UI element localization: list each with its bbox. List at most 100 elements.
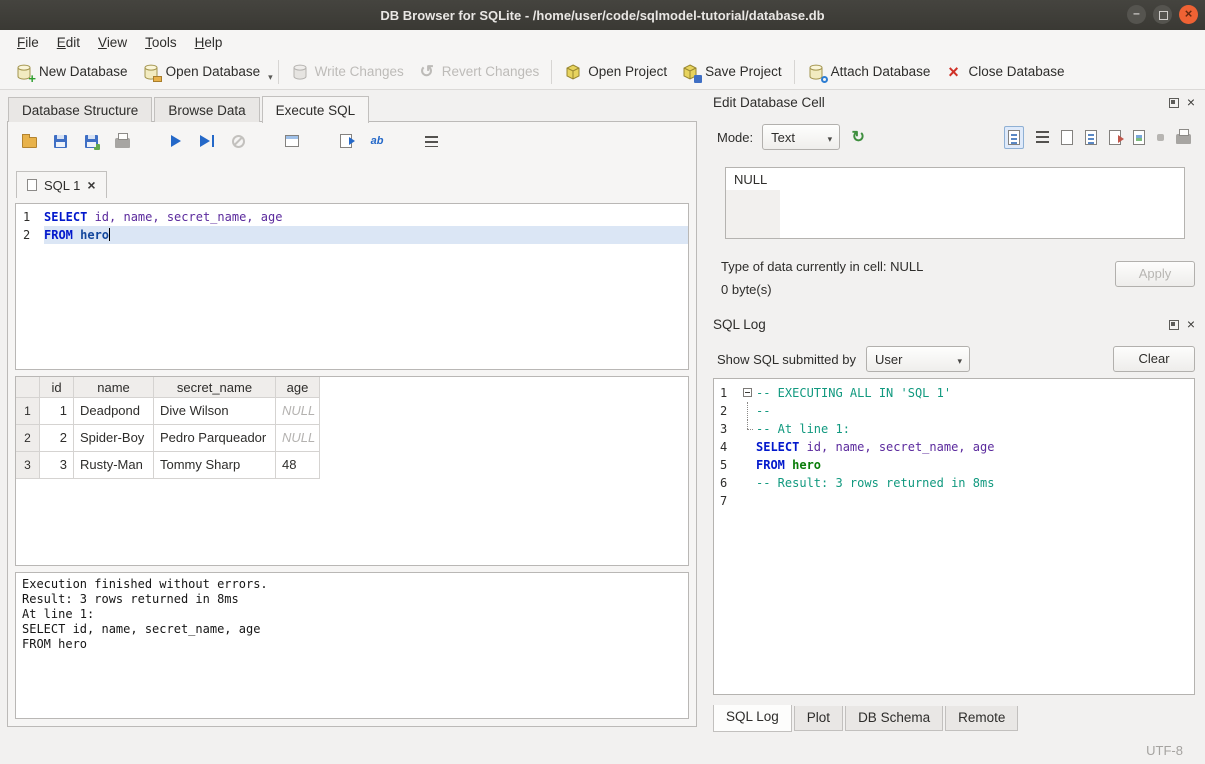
mode-select[interactable]: Text — [762, 124, 840, 150]
menu-view[interactable]: View — [89, 33, 136, 52]
close-window-button[interactable] — [1179, 5, 1198, 24]
open-project-button[interactable]: Open Project — [557, 59, 674, 85]
open-database-button[interactable]: Open Database — [135, 59, 268, 85]
sql-log-filter-row: Show SQL submitted by User Clear — [717, 344, 1195, 374]
column-header-id[interactable]: id — [40, 377, 74, 398]
dock-tab-db-schema[interactable]: DB Schema — [845, 706, 943, 731]
close-database-icon — [944, 63, 962, 81]
dock-tab-sql-log[interactable]: SQL Log — [713, 705, 792, 732]
word-wrap-button[interactable] — [422, 132, 440, 150]
word-wrap-icon — [425, 136, 438, 147]
text-mode-button[interactable] — [1004, 126, 1024, 149]
cell-secret-name[interactable]: Tommy Sharp — [154, 452, 276, 479]
close-database-button[interactable]: Close Database — [937, 59, 1071, 85]
column-header-name[interactable]: name — [74, 377, 154, 398]
print-icon — [115, 138, 130, 148]
new-database-button[interactable]: New Database — [8, 59, 135, 85]
row-header[interactable]: 2 — [16, 425, 40, 452]
column-header-secret-name[interactable]: secret_name — [154, 377, 276, 398]
image-view-icon[interactable] — [1133, 130, 1145, 145]
open-project-icon — [564, 63, 582, 81]
save-project-button[interactable]: Save Project — [674, 59, 789, 85]
sql-tab-bar: SQL 1 — [16, 171, 107, 198]
cell-name[interactable]: Deadpond — [74, 398, 154, 425]
main-tab-bar: Database Structure Browse Data Execute S… — [8, 96, 371, 122]
status-bar: UTF-8 — [0, 737, 1205, 764]
cell-id[interactable]: 1 — [40, 398, 74, 425]
cell-id[interactable]: 2 — [40, 425, 74, 452]
cell-secret-name[interactable]: Dive Wilson — [154, 398, 276, 425]
new-tab-button[interactable] — [283, 132, 301, 150]
cell-name[interactable]: Rusty-Man — [74, 452, 154, 479]
submitter-select[interactable]: User — [866, 346, 970, 372]
menu-file[interactable]: File — [8, 33, 48, 52]
message-line: SELECT id, name, secret_name, age — [22, 622, 682, 637]
print-button[interactable] — [113, 132, 131, 150]
chevron-down-icon — [828, 130, 833, 145]
cell-age[interactable]: 48 — [276, 452, 320, 479]
execute-line-button[interactable] — [198, 132, 216, 150]
dock-tab-plot[interactable]: Plot — [794, 706, 843, 731]
window-title: DB Browser for SQLite - /home/user/code/… — [380, 8, 824, 23]
menu-edit[interactable]: Edit — [48, 33, 89, 52]
maximize-button[interactable] — [1153, 5, 1172, 24]
float-dock-icon[interactable] — [1169, 320, 1179, 330]
tab-browse-data[interactable]: Browse Data — [154, 97, 259, 122]
message-line: Execution finished without errors. — [22, 577, 682, 592]
cell-value: NULL — [734, 172, 767, 187]
toolbar-separator — [794, 60, 795, 84]
export-cell-icon[interactable] — [1109, 130, 1121, 145]
menu-tools[interactable]: Tools — [136, 33, 186, 52]
column-header-age[interactable]: age — [276, 377, 320, 398]
fold-marker-icon[interactable] — [743, 388, 752, 397]
toolbar-separator — [278, 60, 279, 84]
open-file-icon — [22, 137, 37, 148]
open-sql-file-button[interactable] — [20, 132, 38, 150]
close-sql-tab-icon[interactable] — [87, 177, 95, 193]
line-number: 1 — [16, 208, 44, 226]
word-wrap-icon[interactable] — [1036, 131, 1049, 143]
cell-id[interactable]: 3 — [40, 452, 74, 479]
float-dock-icon[interactable] — [1169, 98, 1179, 108]
main-toolbar: New Database Open Database Write Changes… — [0, 54, 1205, 90]
format-sql-button[interactable] — [368, 132, 386, 150]
execute-all-button[interactable] — [167, 132, 185, 150]
tab-database-structure[interactable]: Database Structure — [8, 97, 152, 122]
save-sql-as-button[interactable] — [82, 132, 100, 150]
dock-tab-remote[interactable]: Remote — [945, 706, 1018, 731]
message-line: FROM hero — [22, 637, 682, 652]
sql-document-icon — [27, 179, 37, 191]
auto-detect-type-button[interactable] — [849, 128, 867, 146]
new-tab-icon — [285, 135, 299, 147]
close-dock-icon[interactable] — [1187, 319, 1195, 330]
write-changes-button: Write Changes — [284, 59, 411, 85]
sql-1-tab[interactable]: SQL 1 — [16, 171, 107, 198]
dock-controls — [1169, 319, 1195, 330]
row-header[interactable]: 1 — [16, 398, 40, 425]
import-text-icon[interactable] — [1085, 130, 1097, 145]
editor-code: FROM hero — [44, 226, 688, 244]
blank-document-icon[interactable] — [1061, 130, 1073, 145]
cell-age[interactable]: NULL — [276, 398, 320, 425]
cell-value-editor[interactable]: NULL — [725, 167, 1185, 239]
set-null-icon[interactable] — [1157, 134, 1164, 141]
table-row: 2 2 Spider-Boy Pedro Parqueador NULL — [16, 425, 688, 452]
export-results-button[interactable] — [337, 132, 355, 150]
cell-secret-name[interactable]: Pedro Parqueador — [154, 425, 276, 452]
print-cell-icon[interactable] — [1176, 134, 1191, 144]
cell-age[interactable]: NULL — [276, 425, 320, 452]
export-icon — [340, 134, 352, 148]
menu-help[interactable]: Help — [186, 33, 232, 52]
minimize-button[interactable] — [1127, 5, 1146, 24]
attach-database-button[interactable]: Attach Database — [800, 59, 938, 85]
results-corner-cell[interactable] — [16, 377, 40, 398]
sql-editor[interactable]: 1 SELECT id, name, secret_name, age 2 FR… — [15, 203, 689, 370]
close-dock-icon[interactable] — [1187, 97, 1195, 108]
tab-execute-sql[interactable]: Execute SQL — [262, 96, 370, 123]
save-sql-file-button[interactable] — [51, 132, 69, 150]
row-header[interactable]: 3 — [16, 452, 40, 479]
clear-log-button[interactable]: Clear — [1113, 346, 1195, 372]
title-bar: DB Browser for SQLite - /home/user/code/… — [0, 0, 1205, 30]
open-database-dropdown[interactable] — [268, 68, 273, 89]
cell-name[interactable]: Spider-Boy — [74, 425, 154, 452]
